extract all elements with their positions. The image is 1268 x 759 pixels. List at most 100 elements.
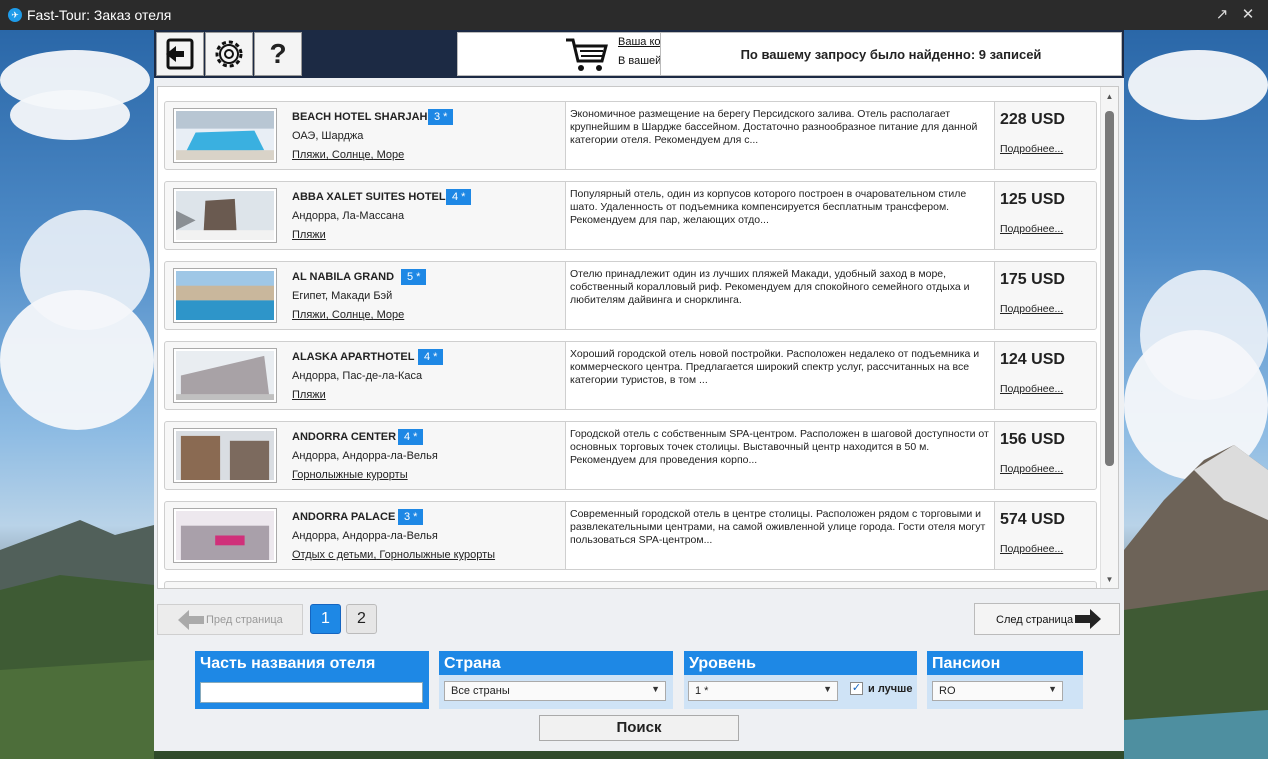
more-link[interactable]: Подробнее... [1000, 143, 1063, 155]
hotel-row[interactable]: BEACH HOTEL SHARJAH 3 * ОАЭ, Шарджа Пляж… [164, 101, 1097, 170]
hotel-tags: Горнолыжные курорты [292, 469, 408, 481]
tag-link[interactable]: Пляжи [292, 229, 326, 241]
settings-button[interactable] [205, 32, 253, 76]
scrollbar[interactable]: ▲ ▼ [1100, 87, 1118, 588]
hotel-description: Современный городской отель в центре сто… [565, 502, 995, 569]
board-filter: Пансион RO ▼ [927, 651, 1083, 709]
hotel-row[interactable]: ANDORRA CENTER 4 * Андорра, Андорра-ла-В… [164, 421, 1097, 490]
hotel-name[interactable]: ALASKA APARTHOTEL [292, 351, 414, 363]
hotel-description: Популярный отель, один из корпусов котор… [565, 182, 995, 249]
level-select[interactable]: 1 * ▼ [688, 681, 838, 701]
better-checkbox[interactable]: ✓ [850, 682, 863, 695]
hotel-row[interactable]: AL NABILA GRAND 5 * Египет, Макади Бэй П… [164, 261, 1097, 330]
hotel-photo[interactable] [173, 508, 277, 563]
hotel-row[interactable] [164, 581, 1097, 588]
page-1-button[interactable]: 1 [310, 604, 341, 634]
board-label: Пансион [932, 655, 1001, 672]
tag-link[interactable]: Солнце, [329, 149, 374, 161]
page-2-button[interactable]: 2 [346, 604, 377, 634]
tag-link[interactable]: Море [374, 309, 405, 321]
next-page-button[interactable]: След страница [974, 603, 1120, 635]
exit-button[interactable] [156, 32, 204, 76]
hotel-location: Андорра, Андорра-ла-Велья [292, 450, 438, 462]
more-link[interactable]: Подробнее... [1000, 223, 1063, 235]
level-label: Уровень [689, 655, 756, 672]
hotel-name[interactable]: ANDORRA CENTER [292, 431, 396, 443]
hotel-photo[interactable] [173, 428, 277, 483]
tag-link[interactable]: Горнолыжные курорты [292, 469, 408, 481]
gear-icon [215, 40, 243, 68]
hotel-tags: Отдых с детьми, Горнолыжные курорты [292, 549, 495, 561]
hotel-name-input[interactable] [200, 682, 423, 703]
star-badge: 3 * [398, 509, 424, 525]
tag-link[interactable]: Пляжи, [292, 309, 329, 321]
hotel-description: Отелю принадлежит один из лучших пляжей … [565, 262, 995, 329]
results-count: По вашему запросу было найденно: 9 запис… [660, 32, 1122, 76]
chevron-down-icon: ▼ [651, 684, 660, 694]
hotel-description: Экономичное размещение на берегу Персидс… [565, 102, 995, 169]
hotel-price: 156 USD [1000, 431, 1065, 448]
airplane-icon: ✈ [8, 8, 22, 22]
hotel-location: Андорра, Ла-Массана [292, 210, 405, 222]
more-link[interactable]: Подробнее... [1000, 463, 1063, 475]
tag-link[interactable]: Пляжи, [292, 149, 329, 161]
star-badge: 4 * [418, 349, 444, 365]
hotel-photo[interactable] [173, 348, 277, 403]
scroll-up-icon[interactable]: ▲ [1101, 89, 1118, 105]
search-button[interactable]: Поиск [539, 715, 739, 741]
chevron-down-icon: ▼ [1048, 684, 1057, 694]
hotel-name[interactable]: ABBA XALET SUITES HOTEL [292, 191, 446, 203]
more-link[interactable]: Подробнее... [1000, 383, 1063, 395]
mountain-left [0, 520, 154, 759]
more-link[interactable]: Подробнее... [1000, 303, 1063, 315]
close-icon[interactable]: ✕ [1238, 5, 1258, 25]
more-link[interactable]: Подробнее... [1000, 543, 1063, 555]
hotel-price: 124 USD [1000, 351, 1065, 368]
hotel-row[interactable]: ANDORRA PALACE 3 * Андорра, Андорра-ла-В… [164, 501, 1097, 570]
hotel-list[interactable]: BEACH HOTEL SHARJAH 3 * ОАЭ, Шарджа Пляж… [157, 86, 1119, 589]
hotel-name-label: Часть названия отеля [200, 655, 376, 672]
hotel-price: 574 USD [1000, 511, 1065, 528]
country-value: Все страны [451, 685, 510, 697]
maximize-icon[interactable]: ↗ [1212, 5, 1232, 25]
tag-link[interactable]: Солнце, [329, 309, 374, 321]
hotel-description: Городской отель с собственным SPA-центро… [565, 422, 995, 489]
hotel-photo[interactable] [173, 268, 277, 323]
hotel-name-filter: Часть названия отеля [195, 651, 429, 709]
help-button[interactable]: ? [254, 32, 302, 76]
next-page-label: След страница [996, 614, 1074, 626]
arrow-right-icon [1075, 609, 1101, 629]
hotel-price: 125 USD [1000, 191, 1065, 208]
hotel-tags: Пляжи [292, 229, 326, 241]
chevron-down-icon: ▼ [823, 684, 832, 694]
hotel-name[interactable]: AL NABILA GRAND [292, 271, 394, 283]
better-label: и лучше [868, 683, 913, 695]
hotel-row[interactable]: ABBA XALET SUITES HOTEL 4 * Андорра, Ла-… [164, 181, 1097, 250]
tag-link[interactable]: Отдых с детьми, [292, 549, 376, 561]
scroll-down-icon[interactable]: ▼ [1101, 572, 1118, 588]
hotel-photo[interactable] [173, 108, 277, 163]
tag-link[interactable]: Пляжи [292, 389, 326, 401]
hotel-photo[interactable] [173, 188, 277, 243]
top-toolbar: ? Ваша корзина В вашей корзине: 1 товаро… [154, 30, 1124, 78]
hotel-name[interactable]: ANDORRA PALACE [292, 511, 395, 523]
country-filter: Страна Все страны ▼ [439, 651, 673, 709]
shopping-cart-icon[interactable] [564, 37, 608, 73]
tag-link[interactable]: Горнолыжные курорты [376, 549, 495, 561]
mountain-right [1124, 445, 1268, 759]
scroll-thumb[interactable] [1105, 111, 1114, 466]
level-value: 1 * [695, 685, 709, 697]
title-bar: ✈ Fast-Tour: Заказ отеля ↗ ✕ [0, 0, 1268, 30]
board-select[interactable]: RO ▼ [932, 681, 1063, 701]
country-select[interactable]: Все страны ▼ [444, 681, 666, 701]
tag-link[interactable]: Море [374, 149, 405, 161]
hotel-description: Хороший городской отель новой постройки.… [565, 342, 995, 409]
hotel-location: Андорра, Пас-де-ла-Каса [292, 370, 423, 382]
hotel-row[interactable]: ALASKA APARTHOTEL 4 * Андорра, Пас-де-ла… [164, 341, 1097, 410]
prev-page-button[interactable]: Пред страница [157, 604, 303, 635]
exit-icon [166, 38, 194, 70]
hotel-price: 175 USD [1000, 271, 1065, 288]
hotel-tags: Пляжи [292, 389, 326, 401]
hotel-name[interactable]: BEACH HOTEL SHARJAH [292, 111, 427, 123]
hotel-price: 228 USD [1000, 111, 1065, 128]
